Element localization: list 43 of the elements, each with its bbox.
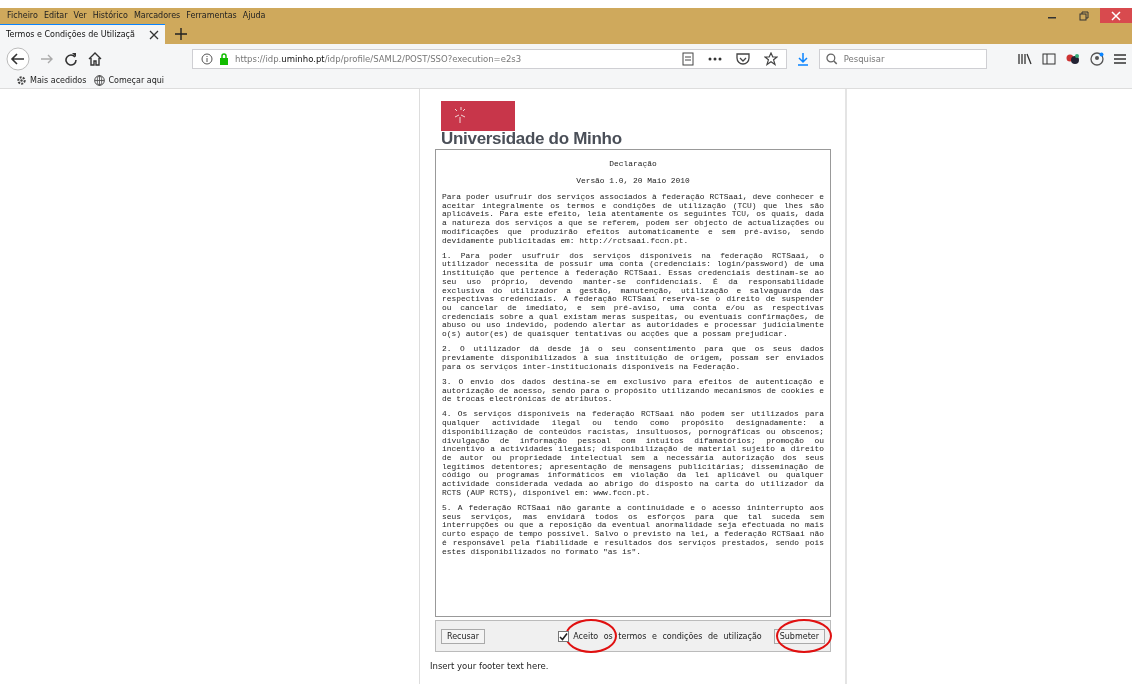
- url-text: https://idp.uminho.pt/idp/profile/SAML2/POST/SSO?execution=e2s3: [235, 53, 522, 64]
- info-icon: [201, 52, 213, 65]
- address-bar[interactable]: https://idp.uminho.pt/idp/profile/SAML2/POST/SSO?execution=e2s3: [192, 48, 787, 69]
- menu-item[interactable]: Ficheiro: [7, 11, 38, 20]
- bookmark-link[interactable]: Mais acedidos: [16, 75, 87, 86]
- search-field[interactable]: Pesquisar: [819, 48, 987, 69]
- submit-button[interactable]: Submeter: [773, 628, 825, 644]
- menu-item[interactable]: Ajuda: [242, 11, 266, 20]
- sidebar-icon[interactable]: [1042, 52, 1056, 65]
- menu-item[interactable]: Ferramentas: [186, 11, 237, 20]
- checkmark-icon: [559, 631, 569, 641]
- more-icon[interactable]: [708, 56, 722, 61]
- star-icon[interactable]: [764, 51, 778, 66]
- logo-text: Universidade do Minho: [441, 129, 622, 149]
- close-icon[interactable]: [149, 29, 159, 40]
- extension-icon[interactable]: [1066, 52, 1080, 65]
- pocket-icon[interactable]: [736, 52, 750, 65]
- gear-icon: [16, 75, 27, 86]
- reader-icon[interactable]: [682, 51, 694, 66]
- menu-item[interactable]: Histórico: [92, 11, 128, 20]
- browser-tab[interactable]: Termos e Condições de Utilizaçã: [0, 24, 165, 44]
- checkbox-label: Aceito os termos e condições de utilização: [573, 631, 762, 641]
- bookmark-link[interactable]: Começar aqui: [94, 75, 164, 86]
- globe-icon: [94, 75, 106, 86]
- account-icon[interactable]: [1090, 51, 1104, 66]
- lock-icon: [219, 52, 229, 65]
- plus-icon[interactable]: [175, 28, 187, 40]
- footer-text: Insert your footer text here.: [430, 661, 550, 671]
- accept-checkbox[interactable]: [558, 630, 570, 642]
- menu-icon[interactable]: [1114, 52, 1126, 65]
- search-icon: [826, 52, 838, 65]
- menu-item[interactable]: Editar: [43, 11, 68, 20]
- decline-button[interactable]: Recusar: [441, 628, 485, 644]
- restore-icon[interactable]: [1079, 10, 1089, 21]
- home-icon[interactable]: [88, 51, 102, 66]
- download-icon[interactable]: [797, 51, 809, 66]
- back-icon[interactable]: [6, 46, 30, 71]
- menu-item[interactable]: Ver: [73, 11, 87, 20]
- logo-emblem-icon: [441, 101, 515, 131]
- tab-title: Termos e Condições de Utilizaçã: [6, 30, 136, 39]
- reload-icon[interactable]: [64, 51, 78, 66]
- library-icon[interactable]: [1018, 52, 1032, 65]
- menu-item[interactable]: Marcadores: [133, 11, 181, 20]
